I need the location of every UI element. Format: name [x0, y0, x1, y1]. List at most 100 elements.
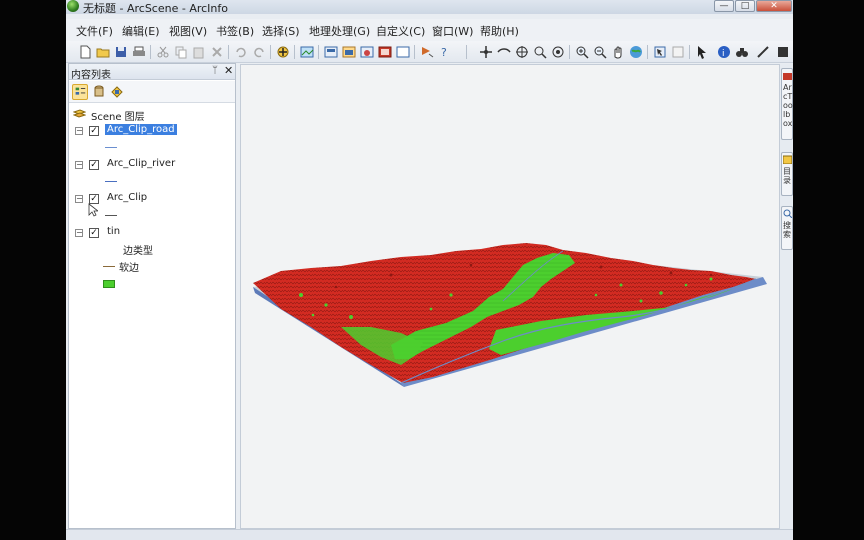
menu-selection[interactable]: 选择(S) — [262, 23, 300, 39]
menu-windows[interactable]: 窗口(W) — [432, 23, 473, 39]
select-features-icon[interactable] — [653, 45, 667, 59]
catalog-tab-label: 目录 — [783, 167, 791, 185]
scene-layers-label: Scene 图层 — [91, 112, 145, 123]
window-title: 无标题 - ArcScene - ArcInfo — [83, 2, 228, 15]
layer-visibility-checkbox[interactable]: ✓ — [89, 126, 99, 136]
collapse-toggle[interactable]: − — [75, 161, 83, 169]
cut-icon[interactable] — [156, 45, 170, 59]
toolbar-separator — [647, 45, 648, 59]
arcscene-app-icon — [67, 0, 79, 12]
toc-header: 内容列表 ᛘ ✕ — [69, 64, 235, 81]
layer-row[interactable]: − ✓ tin — [75, 226, 231, 240]
redo-icon[interactable] — [252, 45, 266, 59]
screen-bezel-right — [793, 0, 864, 540]
zoom-to-target-icon[interactable] — [533, 45, 547, 59]
status-bar — [66, 529, 793, 540]
help-pointer-icon[interactable]: ? — [440, 45, 454, 59]
copy-icon[interactable] — [174, 45, 188, 59]
legend-item — [103, 277, 223, 291]
select-arrow-icon[interactable] — [695, 45, 709, 59]
clear-selection-icon[interactable] — [671, 45, 685, 59]
list-by-source-icon[interactable] — [91, 84, 107, 100]
layer-row[interactable]: − ✓ Arc_Clip — [75, 192, 231, 206]
zoom-out-icon[interactable] — [593, 45, 607, 59]
screen-bezel-left — [0, 0, 66, 540]
layer-name[interactable]: tin — [105, 226, 122, 237]
minimize-button[interactable]: — — [714, 0, 734, 12]
open-folder-icon[interactable] — [96, 45, 110, 59]
new-document-icon[interactable] — [78, 45, 92, 59]
legend-item: 软边 — [103, 259, 223, 274]
set-observer-icon[interactable] — [551, 45, 565, 59]
pin-icon[interactable]: ᛘ — [212, 65, 218, 76]
collapse-toggle[interactable]: − — [75, 127, 83, 135]
what-is-this-icon[interactable] — [420, 45, 434, 59]
toolbar-separator — [569, 45, 570, 59]
measure-icon[interactable] — [756, 45, 770, 59]
layer-2-icon[interactable] — [360, 45, 374, 59]
clip-icon[interactable] — [396, 45, 410, 59]
layer-icon[interactable] — [342, 45, 356, 59]
add-data-icon[interactable] — [276, 45, 290, 59]
list-by-visibility-icon[interactable] — [109, 84, 125, 100]
layer-symbol-line — [105, 147, 117, 148]
catalog-icon — [783, 155, 792, 164]
menu-view[interactable]: 视图(V) — [169, 23, 207, 39]
menu-help[interactable]: 帮助(H) — [480, 23, 519, 39]
arctoolbox-tab[interactable]: ArcToolbox — [781, 68, 793, 140]
layer-name[interactable]: Arc_Clip_road — [105, 124, 177, 135]
scene-layers-root[interactable]: Scene 图层 — [73, 108, 233, 123]
toc-toolbar — [69, 81, 235, 103]
full-extent-icon[interactable] — [629, 45, 643, 59]
title-bar: 无标题 - ArcScene - ArcInfo — □ ✕ — [66, 0, 793, 15]
legend-item-label: 软边 — [119, 263, 139, 274]
layer-symbol-line — [105, 215, 117, 216]
arcscene-window: 无标题 - ArcScene - ArcInfo — □ ✕ 中国 文件(F) … — [66, 0, 793, 540]
fly-icon[interactable] — [497, 45, 511, 59]
undo-icon[interactable] — [234, 45, 248, 59]
toolbar-separator — [270, 45, 271, 59]
collapse-toggle[interactable]: − — [75, 229, 83, 237]
menu-bookmarks[interactable]: 书签(B) — [216, 23, 254, 39]
layer-visibility-checkbox[interactable]: ✓ — [89, 228, 99, 238]
save-icon[interactable] — [114, 45, 128, 59]
toolbar-separator — [228, 45, 229, 59]
scene-properties-icon[interactable] — [300, 45, 314, 59]
maximize-button[interactable]: □ — [735, 0, 755, 12]
layer-visibility-checkbox[interactable]: ✓ — [89, 160, 99, 170]
identify-icon[interactable]: i — [717, 45, 731, 59]
layer-row[interactable]: − ✓ Arc_Clip_river — [75, 158, 231, 172]
search-tab[interactable]: 搜索 — [781, 206, 793, 250]
menu-geoprocessing[interactable]: 地理处理(G) — [309, 23, 370, 39]
toolbar-overflow-icon[interactable] — [776, 45, 790, 59]
catalog-tab[interactable]: 目录 — [781, 152, 793, 196]
arctoolbox-tab-label: ArcToolbox — [783, 83, 793, 128]
layer-row[interactable]: − ✓ Arc_Clip_road — [75, 124, 231, 138]
layer-name[interactable]: Arc_Clip — [105, 192, 149, 203]
delete-icon[interactable] — [210, 45, 224, 59]
window-icon[interactable] — [378, 45, 392, 59]
navigate-icon[interactable] — [479, 45, 493, 59]
close-button[interactable]: ✕ — [756, 0, 792, 12]
layer-name[interactable]: Arc_Clip_river — [105, 158, 177, 169]
animation-icon[interactable] — [324, 45, 338, 59]
menu-customize[interactable]: 自定义(C) — [376, 23, 425, 39]
menu-file[interactable]: 文件(F) — [76, 23, 113, 39]
target-center-icon[interactable] — [515, 45, 529, 59]
scene-layers-icon — [73, 109, 86, 118]
toolbar-separator — [466, 45, 467, 59]
find-icon[interactable] — [735, 45, 749, 59]
paste-icon[interactable] — [192, 45, 206, 59]
side-dock: ArcToolbox 目录 搜索 — [779, 64, 793, 529]
legend-fill-swatch — [103, 280, 115, 288]
print-icon[interactable] — [132, 45, 146, 59]
zoom-in-icon[interactable] — [575, 45, 589, 59]
scene-view[interactable] — [240, 64, 781, 529]
collapse-toggle[interactable]: − — [75, 195, 83, 203]
terrain-3d-render[interactable] — [241, 65, 782, 530]
list-by-drawing-order-icon[interactable] — [72, 84, 88, 100]
menu-edit[interactable]: 编辑(E) — [122, 23, 160, 39]
toc-close-button[interactable]: ✕ — [224, 64, 233, 77]
toolbar-separator — [414, 45, 415, 59]
pan-icon[interactable] — [611, 45, 625, 59]
